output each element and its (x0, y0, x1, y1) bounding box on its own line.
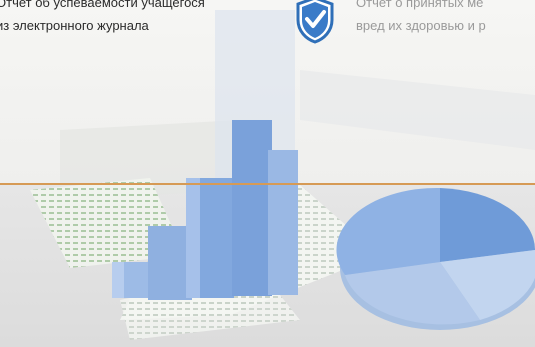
card-line-1: Отчет об успеваемости учащегося (0, 0, 205, 10)
report-card-performance[interactable]: Отчет об успеваемости учащегося из элект… (0, 0, 205, 37)
card-line-2: вред их здоровью и р (356, 18, 486, 33)
section-divider (0, 183, 535, 185)
shield-check-icon (296, 0, 334, 44)
card-line-1: Отчет о принятых ме (356, 0, 484, 10)
background-charts-illustration (30, 10, 535, 340)
card-line-2: из электронного журнала (0, 18, 149, 33)
pie-chart-illustration (336, 187, 535, 330)
report-card-health-measures[interactable]: Отчет о принятых ме вред их здоровью и р (356, 0, 486, 37)
